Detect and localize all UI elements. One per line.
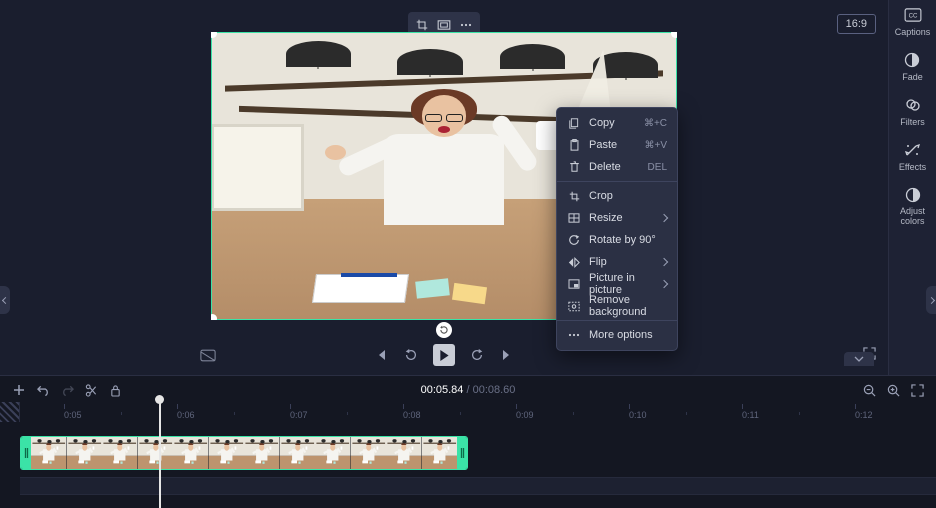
undo-button[interactable] <box>36 383 50 397</box>
ctx-more[interactable]: More options <box>557 324 677 346</box>
zoom-out-button[interactable] <box>862 383 876 397</box>
ruler-tick: 0:12 <box>855 404 873 420</box>
clip-thumb <box>102 437 138 469</box>
ctx-flip[interactable]: Flip <box>557 251 677 273</box>
rewind-button[interactable] <box>403 347 419 363</box>
clip-thumb <box>138 437 174 469</box>
ruler-tick: 0:05 <box>64 404 82 420</box>
filters-label: Filters <box>900 117 925 127</box>
zoom-fit-button[interactable] <box>910 383 924 397</box>
effects-icon <box>903 141 921 159</box>
compare-button[interactable] <box>200 349 216 362</box>
flip-icon <box>567 257 581 268</box>
ctx-resize[interactable]: Resize <box>557 207 677 229</box>
svg-text:CC: CC <box>908 13 917 20</box>
clip-handle-left[interactable] <box>21 437 31 469</box>
ctx-crop[interactable]: Crop <box>557 185 677 207</box>
aspect-ratio-badge[interactable]: 16:9 <box>837 14 876 34</box>
ruler-tick: 0:06 <box>177 404 195 420</box>
ctx-separator <box>557 181 677 182</box>
right-sidebar: CC Captions Fade Filters Effects Adjust … <box>888 0 936 375</box>
ctx-remove-bg[interactable]: Remove background <box>557 295 677 317</box>
clip-thumbnails <box>31 437 457 469</box>
chevron-right-icon <box>660 280 668 288</box>
zoom-in-button[interactable] <box>886 383 900 397</box>
effects-tool[interactable]: Effects <box>899 141 926 172</box>
playhead[interactable] <box>159 400 161 508</box>
resize-icon <box>567 213 581 223</box>
captions-label: Captions <box>895 27 931 37</box>
filters-icon <box>904 96 922 114</box>
video-clip[interactable] <box>20 436 468 470</box>
adjust-colors-tool[interactable]: Adjust colors <box>889 186 936 227</box>
clip-thumb <box>315 437 351 469</box>
ctx-separator <box>557 320 677 321</box>
redo-button[interactable] <box>60 383 74 397</box>
ctx-paste[interactable]: Paste ⌘+V <box>557 134 677 156</box>
timeline-panel: 00:05.84 / 00:08.60 0:05 0:06 0:07 0:08 0:09… <box>0 375 936 508</box>
context-menu: Copy ⌘+C Paste ⌘+V Delete DEL Crop Resiz… <box>556 107 678 351</box>
timecode-display: 00:05.84 / 00:08.60 <box>421 384 516 396</box>
clip-thumb <box>351 437 387 469</box>
ruler-tick: 0:11 <box>742 404 759 420</box>
preview-stage: 16:9 <box>0 0 888 375</box>
fade-label: Fade <box>902 72 923 82</box>
right-panel-toggle[interactable] <box>926 286 936 314</box>
ctx-copy[interactable]: Copy ⌘+C <box>557 112 677 134</box>
split-button[interactable] <box>84 383 98 397</box>
effects-label: Effects <box>899 162 926 172</box>
clip-thumb <box>209 437 245 469</box>
clip-thumb <box>31 437 67 469</box>
clip-thumb <box>280 437 316 469</box>
next-frame-button[interactable] <box>499 347 515 363</box>
timeline-tracks[interactable] <box>0 432 936 508</box>
ctx-rotate[interactable]: Rotate by 90° <box>557 229 677 251</box>
ruler-tick: 0:08 <box>403 404 421 420</box>
left-panel-toggle[interactable] <box>0 286 10 314</box>
clip-thumb <box>422 437 458 469</box>
chevron-right-icon <box>660 258 668 266</box>
prev-frame-button[interactable] <box>373 347 389 363</box>
paste-icon <box>567 139 581 151</box>
playback-controls <box>0 342 888 368</box>
delete-icon <box>567 161 581 173</box>
add-media-button[interactable] <box>12 383 26 397</box>
ruler-tick: 0:10 <box>629 404 647 420</box>
ctx-pip[interactable]: Picture in picture <box>557 273 677 295</box>
empty-track[interactable] <box>20 477 936 495</box>
clip-thumb <box>386 437 422 469</box>
ruler-tick: 0:07 <box>290 404 308 420</box>
ruler-tick: 0:09 <box>516 404 534 420</box>
crop-icon <box>567 191 581 202</box>
timeline-expand-toggle[interactable] <box>844 352 874 366</box>
removebg-icon <box>567 301 581 312</box>
pip-icon <box>567 279 581 289</box>
ruler-corner <box>0 402 20 422</box>
adjust-icon <box>904 186 922 204</box>
captions-icon: CC <box>904 6 922 24</box>
timeline-ruler[interactable]: 0:05 0:06 0:07 0:08 0:09 0:10 0:11 0:12 <box>0 404 936 422</box>
captions-tool[interactable]: CC Captions <box>895 6 931 37</box>
forward-button[interactable] <box>469 347 485 363</box>
timeline-toolbar: 00:05.84 / 00:08.60 <box>0 376 936 404</box>
rotate-icon <box>567 234 581 246</box>
more-icon <box>567 333 581 337</box>
copy-icon <box>567 118 581 129</box>
clip-thumb <box>244 437 280 469</box>
lock-button[interactable] <box>108 383 122 397</box>
clip-handle-right[interactable] <box>457 437 467 469</box>
adjust-label: Adjust colors <box>889 207 936 227</box>
ctx-delete[interactable]: Delete DEL <box>557 156 677 178</box>
rotate-handle[interactable] <box>436 322 452 338</box>
chevron-right-icon <box>660 214 668 222</box>
play-button[interactable] <box>433 344 455 366</box>
fade-tool[interactable]: Fade <box>902 51 923 82</box>
filters-tool[interactable]: Filters <box>900 96 925 127</box>
clip-thumb <box>173 437 209 469</box>
clip-thumb <box>67 437 103 469</box>
fade-icon <box>903 51 921 69</box>
